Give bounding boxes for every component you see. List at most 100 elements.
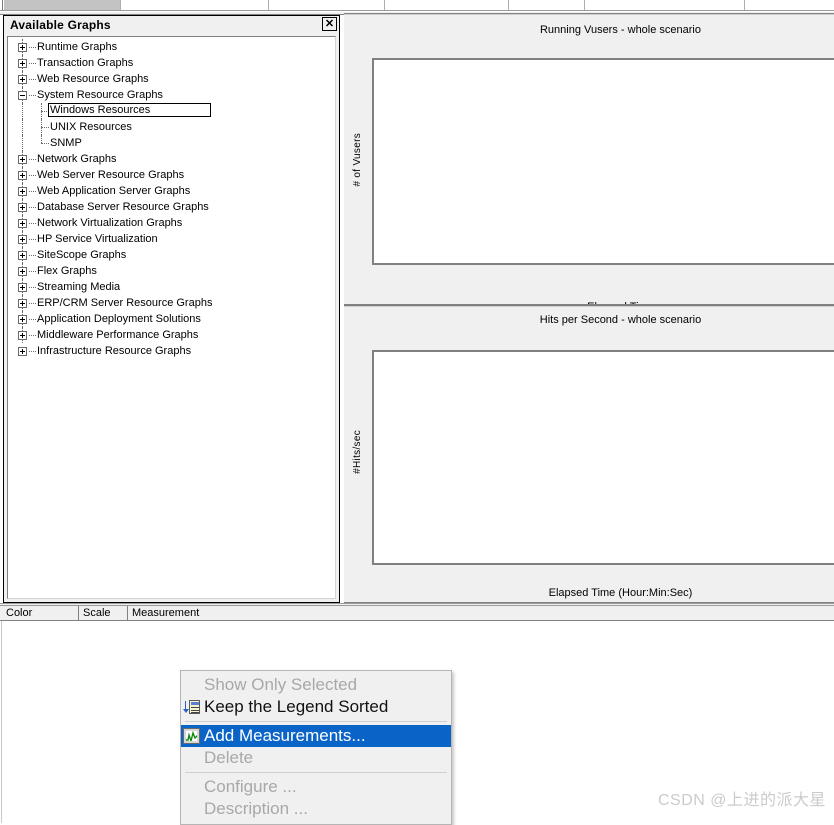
watermark: CSDN @上进的派大星 [657,792,826,809]
tree-item-label: Runtime Graphs [37,41,118,53]
tree-item-label: Network Virtualization Graphs [37,217,183,229]
tree-connector [29,351,36,353]
tree-item-label: Streaming Media [37,281,121,293]
menu-item-keep-the-legend-sorted[interactable]: Keep the Legend Sorted [181,696,451,718]
graphs-tree[interactable]: Runtime Graphs Transaction Graphs Web Reso… [7,36,336,599]
tree-item-network-virtualization-graphs[interactable]: Network Virtualization Graphs [8,215,335,231]
tree-connector [29,335,36,337]
top-strip-column-4[interactable] [509,0,585,10]
tree-connector [29,191,36,193]
tree-collapse-icon[interactable] [18,91,27,100]
tree-item-web-server-resource-graphs[interactable]: Web Server Resource Graphs [8,167,335,183]
tree-spine [22,119,24,135]
graph-xlabel-hits-per-second: Elapsed Time (Hour:Min:Sec) [548,587,693,599]
legend-column-measurement[interactable]: Measurement [128,606,834,620]
tree-expand-icon[interactable] [18,267,27,276]
tree-expand-icon[interactable] [18,59,27,68]
tree-connector [29,287,36,289]
tree-spine [22,103,24,119]
tree-expand-icon[interactable] [18,187,27,196]
tree-expand-icon[interactable] [18,155,27,164]
tree-item-label: Middleware Performance Graphs [37,329,199,341]
sort-icon [183,699,200,715]
tree-connector [29,63,36,65]
tree-item-network-graphs[interactable]: Network Graphs [8,151,335,167]
tree-item-label: Web Resource Graphs [37,73,149,85]
tree-item-web-resource-graphs[interactable]: Web Resource Graphs [8,71,335,87]
tree-expand-icon[interactable] [18,347,27,356]
tree-item-transaction-graphs[interactable]: Transaction Graphs [8,55,335,71]
tree-item-hp-service-virtualization[interactable]: HP Service Virtualization [8,231,335,247]
top-strip-column-2[interactable] [269,0,385,10]
legend-column-scale[interactable]: Scale [79,606,128,620]
tree-item-label: Network Graphs [37,153,117,165]
legend-column-header: Color Scale Measurement [0,606,834,621]
legend-body-left-edge [0,621,2,823]
tree-expand-icon[interactable] [18,331,27,340]
tree-item-label: Web Server Resource Graphs [37,169,185,181]
plot-area-hits-per-second[interactable] [372,350,834,565]
top-strip-column-5[interactable] [585,0,745,10]
tree-child-connector [41,127,49,129]
tree-item-runtime-graphs[interactable]: Runtime Graphs [8,39,335,55]
tree-item-label: ERP/CRM Server Resource Graphs [37,297,213,309]
tree-item-database-server-resource-graphs[interactable]: Database Server Resource Graphs [8,199,335,215]
tree-expand-icon[interactable] [18,75,27,84]
plot-area-running-vusers[interactable] [372,58,834,265]
tree-item-snmp[interactable]: SNMP [8,135,335,151]
tree-expand-icon[interactable] [18,283,27,292]
tree-item-unix-resources[interactable]: UNIX Resources [8,119,335,135]
tree-item-middleware-performance-graphs[interactable]: Middleware Performance Graphs [8,327,335,343]
tree-expand-icon[interactable] [18,299,27,308]
measurement-graph-icon [183,728,200,744]
menu-item-label: Description ... [204,799,308,818]
top-column-header-strip [0,0,834,11]
tree-connector [29,319,36,321]
tree-connector [29,175,36,177]
tree-connector [29,271,36,273]
menu-item-label: Add Measurements... [204,726,366,745]
top-strip-column-3[interactable] [385,0,509,10]
menu-item-label: Delete [204,748,254,767]
menu-item-show-only-selected: Show Only Selected [181,674,451,696]
tree-item-application-deployment-solutions[interactable]: Application Deployment Solutions [8,311,335,327]
close-icon[interactable]: ✕ [322,17,337,31]
tree-expand-icon[interactable] [18,251,27,260]
tree-expand-icon[interactable] [18,315,27,324]
tree-item-label: Transaction Graphs [37,57,134,69]
tree-item-label: Web Application Server Graphs [37,185,191,197]
tree-expand-icon[interactable] [18,203,27,212]
tree-expand-icon[interactable] [18,219,27,228]
tree-item-system-resource-graphs[interactable]: System Resource Graphs [8,87,335,103]
top-strip-left-edge [0,0,3,10]
tree-item-windows-resources[interactable]: Windows Resources [8,103,335,119]
top-strip-column-1[interactable] [121,0,269,10]
tree-connector [29,255,36,257]
tree-connector [29,223,36,225]
available-graphs-titlebar: Available Graphs ✕ [4,16,339,33]
graph-title-hits-per-second: Hits per Second - whole scenario [539,314,702,326]
legend-context-menu[interactable]: Show Only Selected Keep the Legend Sorted… [180,670,452,825]
tree-connector [29,303,36,305]
graph-ylabel-hits-per-second: #Hits/sec [352,430,363,474]
graph-ylabel-running-vusers: # of Vusers [352,133,363,187]
tree-item-label: SNMP [50,137,82,149]
pane-bottom-rule [344,306,834,307]
tree-expand-icon[interactable] [18,43,27,52]
top-strip-column-0[interactable] [4,0,121,10]
tree-item-web-application-server-graphs[interactable]: Web Application Server Graphs [8,183,335,199]
tree-item-streaming-media[interactable]: Streaming Media [8,279,335,295]
tree-expand-icon[interactable] [18,235,27,244]
page-title: Available Graphs [10,17,111,32]
tree-item-sitescope-graphs[interactable]: SiteScope Graphs [8,247,335,263]
tree-expand-icon[interactable] [18,171,27,180]
legend-column-color[interactable]: Color [2,606,79,620]
tree-item-label: Flex Graphs [37,265,97,277]
tree-item-infrastructure-resource-graphs[interactable]: Infrastructure Resource Graphs [8,343,335,359]
tree-item-flex-graphs[interactable]: Flex Graphs [8,263,335,279]
tree-item-label: Windows Resources [48,103,211,117]
tree-connector [29,207,36,209]
tree-item-erp-crm-server-resource-graphs[interactable]: ERP/CRM Server Resource Graphs [8,295,335,311]
menu-item-add-measurements[interactable]: Add Measurements... [181,725,451,747]
tree-connector [29,47,36,49]
